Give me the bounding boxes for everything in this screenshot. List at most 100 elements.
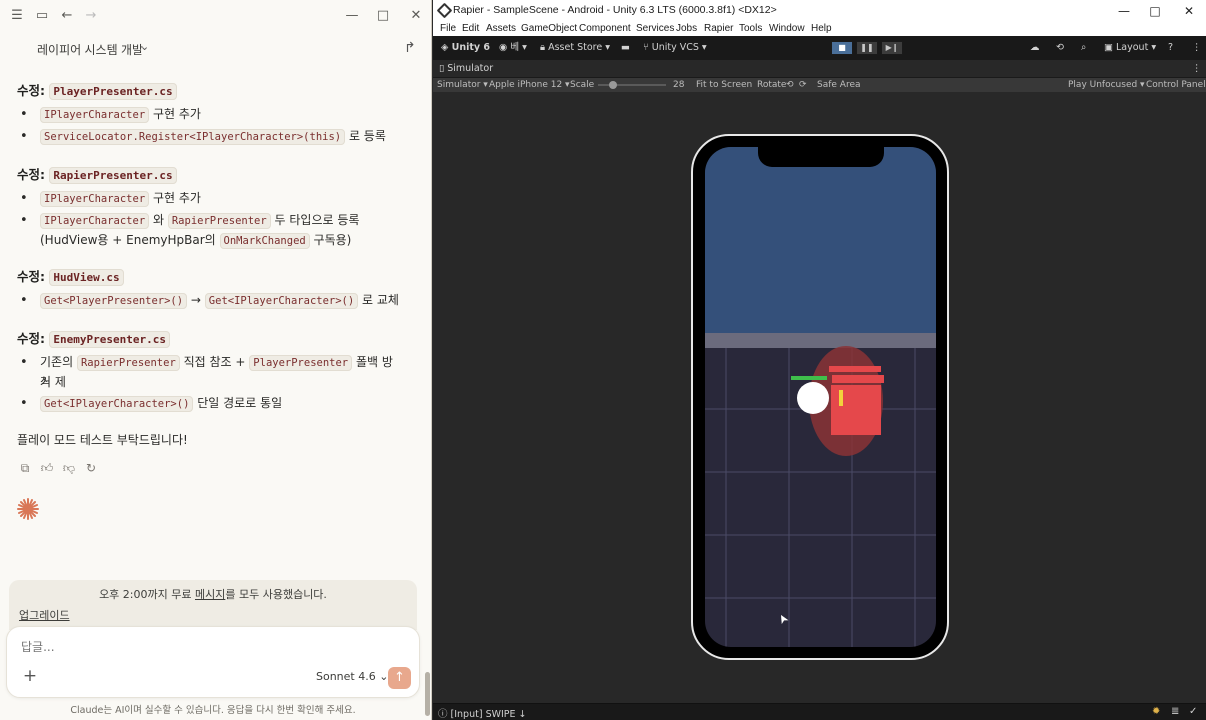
file-name: PlayerPresenter.cs — [49, 83, 177, 100]
forward-icon[interactable]: → — [81, 6, 101, 26]
account-dropdown[interactable]: ◉ 베 ▾ — [499, 41, 527, 55]
file-name: EnemyPresenter.cs — [49, 331, 170, 348]
disclaimer-text: Claude는 AI이며 실수할 수 있습니다. 응답을 다시 한번 확인해 주… — [70, 705, 356, 716]
chevron-down-icon[interactable]: ⌄ — [140, 40, 149, 53]
maximize-icon[interactable]: □ — [1144, 2, 1166, 20]
section-prefix: 수정: — [17, 331, 45, 346]
menu-edit[interactable]: Edit — [462, 22, 479, 36]
asset-store-button[interactable]: 🔒︎ Asset Store ▾ — [540, 41, 610, 55]
search-icon[interactable]: ⌕ — [1081, 41, 1086, 55]
thumbs-down-icon[interactable]: 👎︎ — [61, 460, 77, 476]
layers-icon[interactable]: ≣ — [1171, 706, 1179, 717]
menu-gameobject[interactable]: GameObject — [521, 22, 577, 36]
safe-area-toggle[interactable]: Safe Area — [817, 78, 861, 92]
menu-window[interactable]: Window — [769, 22, 805, 36]
device-dropdown[interactable]: Apple iPhone 12 ▾ — [489, 78, 570, 92]
limit-messages-link[interactable]: 메시지 — [195, 588, 225, 601]
upgrade-link[interactable]: 업그레이드 — [19, 607, 70, 623]
layout-dropdown[interactable]: ▣ Layout ▾ — [1104, 41, 1156, 55]
list-item-continuation: (HudView용 + EnemyHpBar의 OnMarkChanged 구독… — [22, 231, 402, 251]
limit-text-part: 오후 2:00까지 무료 — [99, 588, 192, 601]
usage-limit-banner: 오후 2:00까지 무료 메시지를 모두 사용했습니다. 업그레이드 — [9, 580, 417, 630]
menu-assets[interactable]: Assets — [486, 22, 516, 36]
scrollbar[interactable] — [425, 672, 430, 716]
item-text: 와 — [152, 213, 165, 227]
enemy-sprite — [829, 366, 884, 435]
reply-input[interactable] — [21, 640, 401, 654]
section-heading: 수정: RapierPresenter.cs — [17, 164, 177, 184]
item-text: 구현 추가 — [152, 107, 201, 121]
minimize-icon[interactable]: — — [342, 6, 362, 26]
play-button[interactable]: ■ — [831, 41, 853, 55]
menu-component[interactable]: Component — [579, 22, 631, 36]
unity-titlebar: Rapier - SampleScene - Android - Unity 6… — [433, 0, 1206, 22]
tab-label: Simulator — [447, 63, 494, 74]
window-title: Rapier - SampleScene - Android - Unity 6… — [453, 4, 777, 16]
menu-services[interactable]: Services — [636, 22, 674, 36]
sidebar-icon[interactable]: ▭ — [32, 6, 52, 26]
tab-simulator[interactable]: ▯ Simulator — [439, 63, 493, 74]
inline-code: RapierPresenter — [76, 355, 180, 371]
inline-code: Get<IPlayerCharacter>() — [204, 293, 359, 309]
check-icon[interactable]: ✓ — [1189, 706, 1197, 717]
device-notch — [758, 147, 884, 167]
history-icon[interactable]: ⟲ — [1056, 41, 1064, 55]
rotate-right-icon[interactable]: ⟳ — [799, 78, 807, 92]
maximize-icon[interactable]: □ — [373, 6, 393, 26]
inline-code: OnMarkChanged — [219, 233, 310, 249]
section-prefix: 수정: — [17, 269, 45, 284]
tab-bar: ▯ Simulator ⋮ — [433, 60, 1206, 78]
copy-icon[interactable]: ⧉ — [17, 460, 33, 476]
menu-help[interactable]: Help — [811, 22, 832, 36]
close-icon[interactable]: ✕ — [1178, 2, 1200, 20]
chat-titlebar: ☰ ▭ ← → — □ ✕ — [0, 0, 431, 32]
thumbs-up-icon[interactable]: 👍︎ — [39, 460, 55, 476]
add-attachment-button[interactable]: + — [21, 667, 39, 685]
vcs-button[interactable]: ⑂ Unity VCS ▾ — [643, 41, 707, 55]
help-icon[interactable]: ? — [1168, 41, 1173, 55]
menu-jobs[interactable]: Jobs — [676, 22, 697, 36]
more-icon[interactable]: ⋮ — [1192, 62, 1202, 76]
conversation-header: 레이피어 시스템 개발 ⌄ ↱ — [0, 36, 431, 62]
unity-label: Unity 6 — [451, 42, 491, 53]
inline-code: IPlayerCharacter — [40, 191, 150, 207]
control-panel-button[interactable]: Control Panel — [1146, 78, 1206, 92]
minimize-icon[interactable]: — — [1113, 2, 1135, 20]
model-selector[interactable]: Sonnet 4.6 ⌄ — [316, 670, 388, 683]
bug-icon[interactable]: ✹ — [1152, 706, 1160, 717]
send-button[interactable]: ↑ — [388, 667, 411, 689]
game-screen[interactable] — [705, 147, 936, 647]
play-mode-dropdown[interactable]: Play Unfocused ▾ — [1068, 78, 1145, 92]
conversation-title[interactable]: 레이피어 시스템 개발 — [37, 41, 143, 58]
back-icon[interactable]: ← — [57, 6, 77, 26]
list-item: Get<IPlayerCharacter>() 단일 경로로 통일 — [20, 394, 402, 414]
mode-dropdown[interactable]: Simulator ▾ — [437, 78, 488, 92]
item-text: 두 타입으로 등록 — [274, 213, 360, 227]
asset-store-label: Asset Store — [548, 42, 603, 53]
close-icon[interactable]: ✕ — [406, 6, 426, 26]
section-prefix: 수정: — [17, 167, 45, 182]
unity-account-button[interactable]: ◈ Unity 6 — [441, 41, 490, 55]
pause-button[interactable]: ❚❚ — [856, 41, 878, 55]
cloud-icon[interactable]: ☁ — [1030, 41, 1040, 55]
scale-slider-thumb[interactable] — [609, 81, 617, 89]
menu-icon[interactable]: ☰ — [7, 6, 27, 26]
limit-text-part: 를 모두 사용했습니다. — [225, 588, 327, 601]
simulator-toolbar: Simulator ▾ Apple iPhone 12 ▾ Scale 28 F… — [433, 78, 1206, 92]
menu-rapier[interactable]: Rapier — [704, 22, 733, 36]
list-item-continuation: 거 — [22, 373, 402, 392]
rotate-left-icon[interactable]: ⟲ — [786, 78, 794, 92]
fit-to-screen-button[interactable]: Fit to Screen — [696, 78, 752, 92]
retry-icon[interactable]: ↻ — [83, 460, 99, 476]
file-name: HudView.cs — [49, 269, 124, 286]
simulator-viewport[interactable]: ➤ — [433, 92, 1206, 703]
step-button[interactable]: ▶❙ — [881, 41, 903, 55]
model-label: Sonnet 4.6 — [316, 670, 376, 683]
claude-logo-icon — [17, 498, 39, 520]
share-icon[interactable]: ↱ — [404, 40, 416, 56]
more-icon[interactable]: ⋮ — [1192, 41, 1202, 55]
vcs-label: Unity VCS — [651, 42, 699, 53]
package-icon[interactable]: ▬ — [621, 41, 630, 55]
menu-file[interactable]: File — [440, 22, 456, 36]
menu-tools[interactable]: Tools — [739, 22, 762, 36]
